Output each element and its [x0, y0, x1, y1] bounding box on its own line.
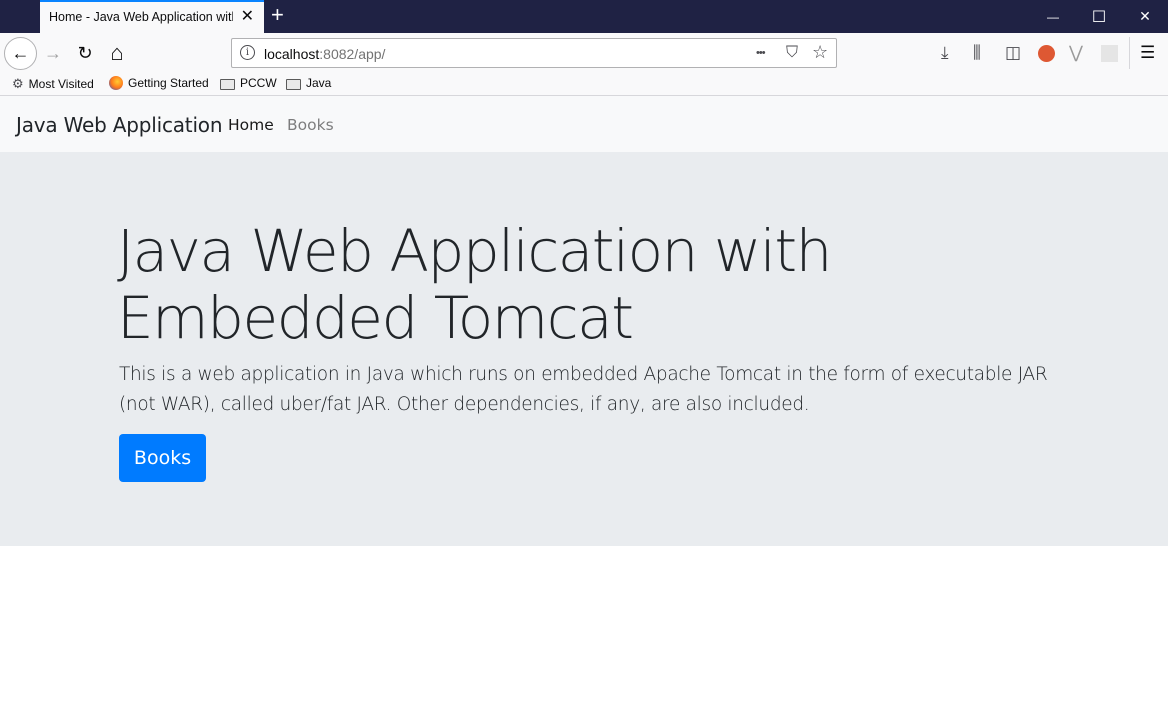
forward-button[interactable]: → — [38, 38, 68, 68]
url-bar[interactable]: i localhost:8082/app/ ••• ⛉ ☆ — [231, 38, 837, 68]
browser-tab[interactable]: Home - Java Web Application with Embedde… — [40, 0, 264, 33]
bookmark-label: Java — [306, 76, 332, 90]
tab-title: Home - Java Web Application with Embedde… — [49, 10, 233, 24]
window-close-icon[interactable]: ✕ — [1122, 0, 1168, 33]
bookmark-getting-started[interactable]: Getting Started — [109, 76, 209, 90]
extension-icon[interactable] — [1101, 45, 1118, 62]
library-icon[interactable]: ⫼ — [973, 43, 981, 63]
reload-icon: ↻ — [77, 42, 93, 63]
site-navbar: Java Web Application Home Books — [0, 96, 1168, 152]
home-button[interactable]: ⌂ — [102, 38, 132, 68]
bookmark-label: PCCW — [240, 76, 277, 90]
tab-close-icon[interactable]: ✕ — [241, 8, 254, 26]
bookmark-label: Most Visited — [28, 77, 94, 91]
gear-icon: ⚙ — [12, 76, 24, 91]
maximize-glyph: ☐ — [1091, 8, 1107, 26]
url-host: localhost — [264, 46, 320, 62]
nav-link-books[interactable]: Books — [287, 116, 334, 134]
duckduckgo-extension-icon[interactable] — [1038, 45, 1055, 62]
vivaldi-extension-icon[interactable]: ⋁ — [1069, 43, 1083, 63]
downloads-icon[interactable]: ⤓ — [941, 43, 949, 63]
pocket-icon[interactable]: ⛉ — [786, 44, 798, 62]
new-tab-icon[interactable]: + — [271, 4, 284, 26]
minimize-icon[interactable]: — — [1030, 0, 1076, 33]
browser-title-bar: Home - Java Web Application with Embedde… — [0, 0, 1168, 33]
bookmark-label: Getting Started — [128, 76, 209, 90]
books-button[interactable]: Books — [119, 434, 206, 482]
folder-icon — [220, 78, 235, 90]
url-path: :8082/app/ — [319, 46, 386, 62]
firefox-icon — [109, 76, 123, 90]
toolbar-separator — [1129, 37, 1130, 69]
forward-arrow-icon: → — [44, 42, 62, 63]
nav-link-home[interactable]: Home — [228, 116, 274, 134]
home-icon: ⌂ — [110, 40, 124, 65]
bookmark-star-icon[interactable]: ☆ — [812, 42, 828, 63]
folder-icon — [286, 78, 301, 90]
url-text[interactable]: localhost:8082/app/ — [264, 46, 385, 62]
jumbotron: Java Web Application with Embedded Tomca… — [0, 152, 1168, 546]
menu-icon[interactable]: ☰ — [1140, 43, 1155, 63]
browser-toolbar: ← → ↻ ⌂ i localhost:8082/app/ ••• ⛉ ☆ ⤓ … — [0, 33, 1168, 73]
minimize-glyph: — — [1047, 9, 1059, 24]
lead-paragraph: This is a web application in Java which … — [119, 364, 1048, 415]
bookmarks-bar: ⚙ Most Visited Getting Started PCCW Java — [0, 73, 1168, 96]
bookmark-pccw[interactable]: PCCW — [220, 76, 277, 90]
back-arrow-icon: ← — [11, 43, 30, 63]
reload-button[interactable]: ↻ — [70, 38, 100, 68]
bookmark-most-visited[interactable]: ⚙ Most Visited — [12, 76, 94, 92]
bookmark-java[interactable]: Java — [286, 76, 331, 90]
sidebar-icon[interactable]: ◫ — [1005, 43, 1021, 63]
site-info-icon[interactable]: i — [240, 45, 255, 60]
window-close-glyph: ✕ — [1139, 8, 1151, 24]
page-actions-icon[interactable]: ••• — [756, 47, 766, 59]
page-title: Java Web Application with Embedded Tomca… — [117, 217, 832, 352]
navbar-brand[interactable]: Java Web Application — [16, 113, 223, 137]
back-button[interactable]: ← — [4, 37, 37, 70]
maximize-icon[interactable]: ☐ — [1076, 0, 1122, 33]
